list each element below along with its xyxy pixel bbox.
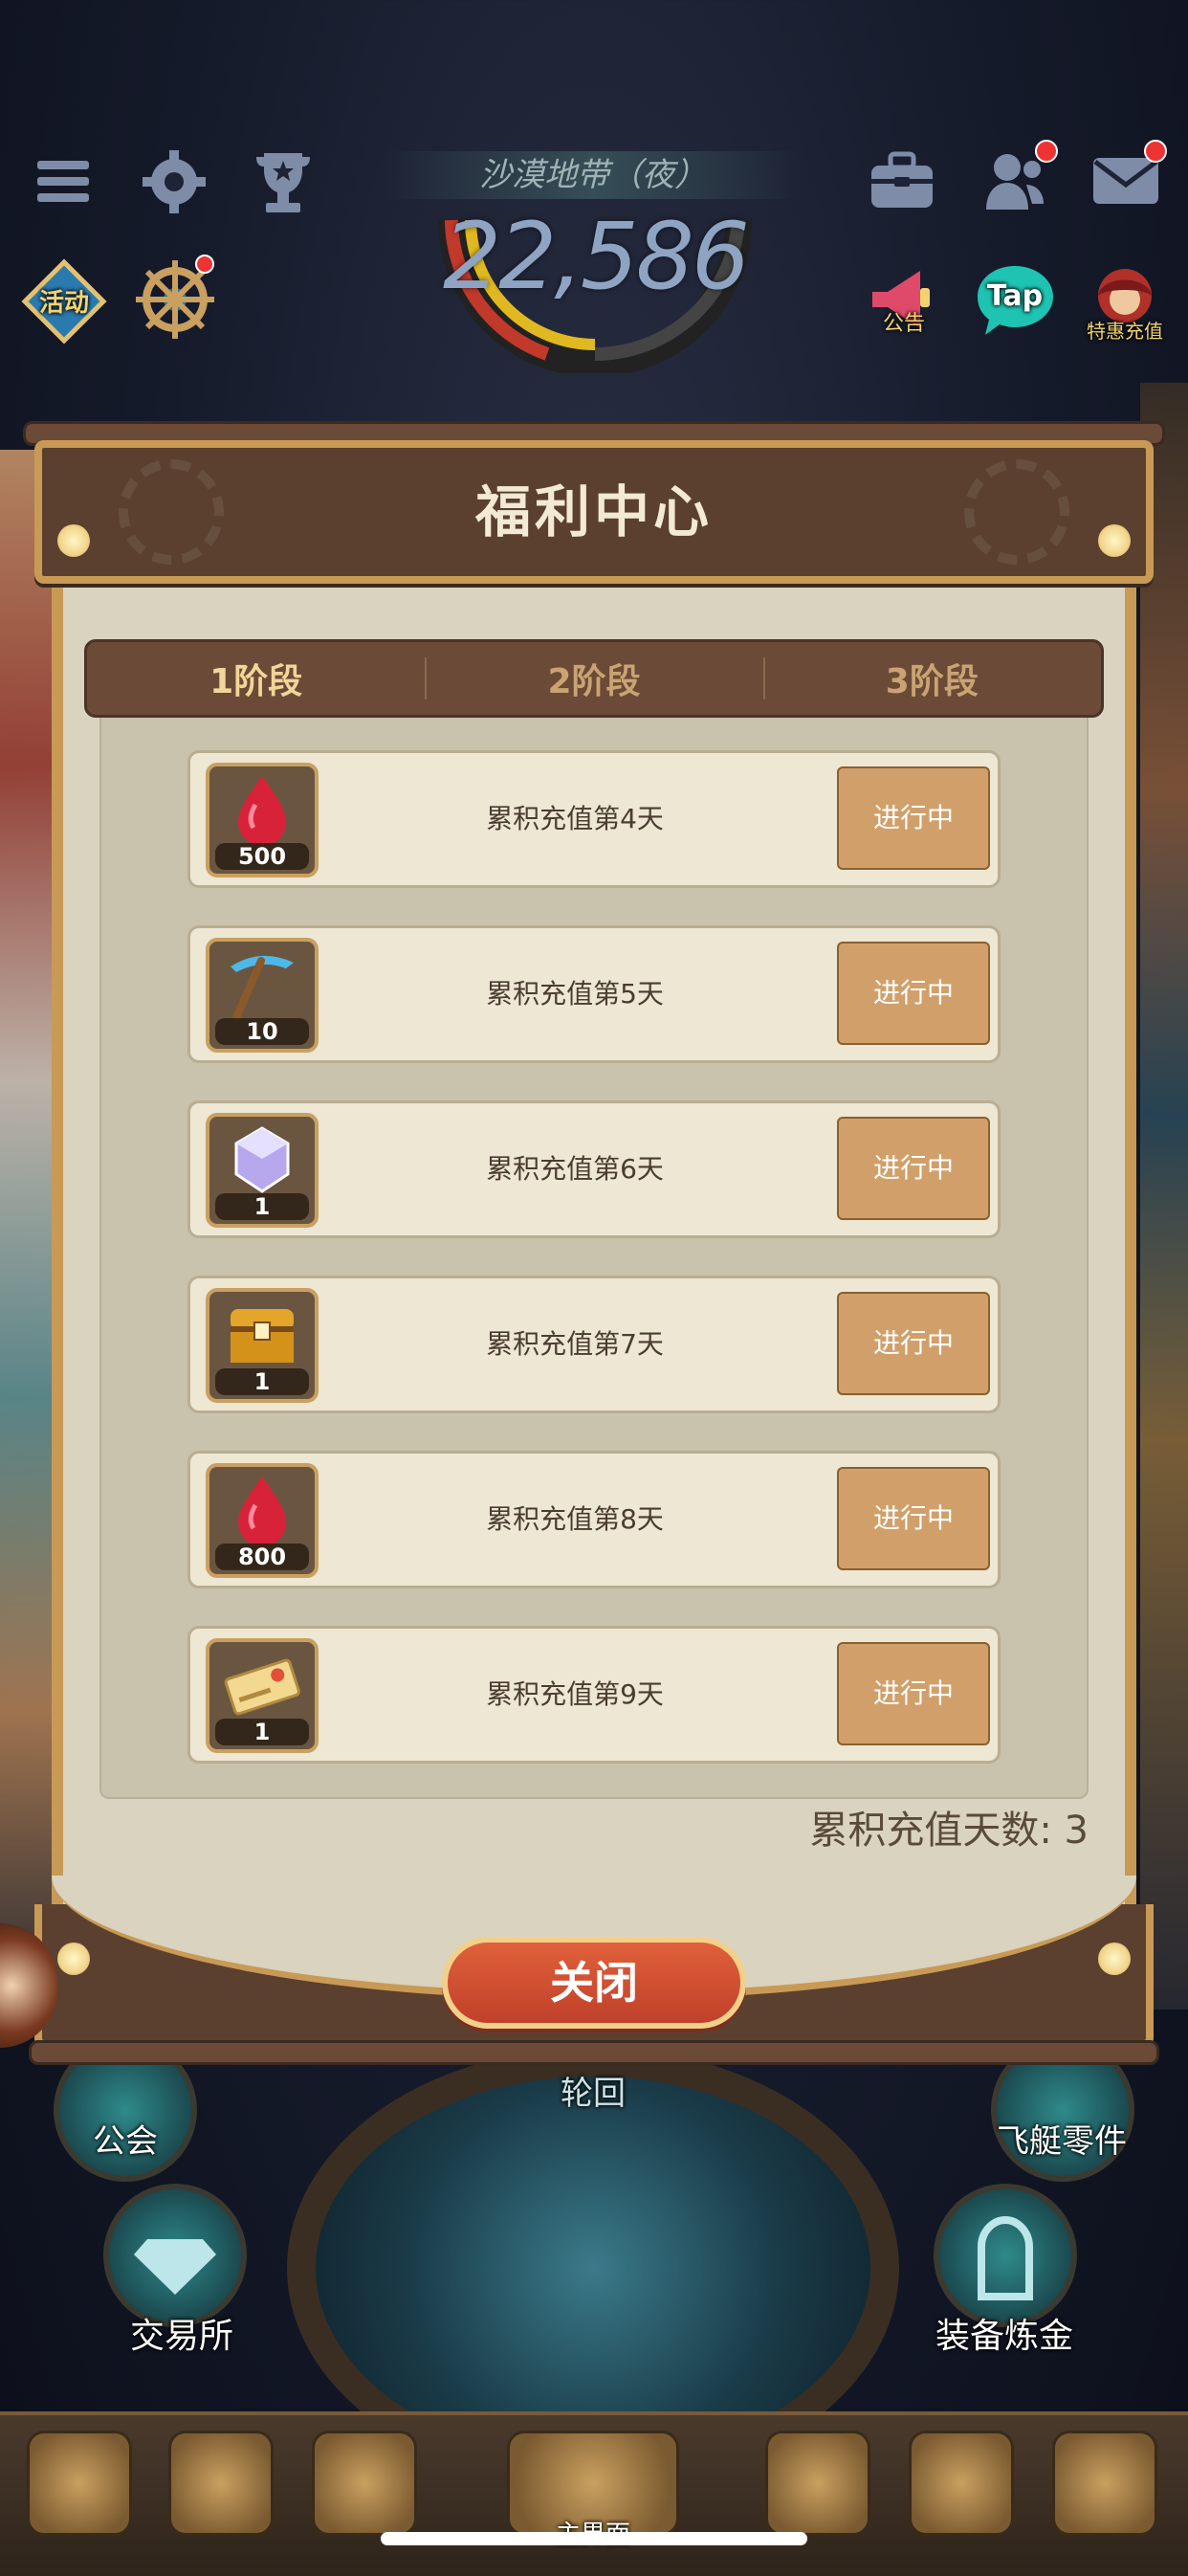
airship-parts-label: 飞艇零件 <box>997 2122 1127 2161</box>
friends-notification-badge <box>1035 140 1058 163</box>
reward-item[interactable]: 10 <box>206 938 319 1053</box>
pickaxe-icon <box>231 955 294 1022</box>
ship-wheel-notification-badge <box>195 255 214 274</box>
taptap-label: Tap <box>986 279 1044 313</box>
modal-header: 福利中心 <box>34 440 1154 584</box>
rivet-decoration <box>57 1943 90 1975</box>
status-button[interactable]: 进行中 <box>837 1292 990 1395</box>
zone-name: 沙漠地带（夜） <box>383 151 803 199</box>
nav-hero-icon[interactable] <box>312 2431 417 2536</box>
item-quantity: 1 <box>215 1719 309 1745</box>
status-button[interactable]: 进行中 <box>837 1642 990 1745</box>
item-quantity: 1 <box>215 1368 309 1395</box>
background-art-right <box>1140 383 1188 2010</box>
reward-item[interactable]: 1 <box>206 1638 319 1753</box>
reward-condition: 累积充值第6天 <box>486 1153 664 1185</box>
reward-row: 1 累积充值第6天 进行中 <box>187 1100 1001 1238</box>
cycle-label: 轮回 <box>561 2075 626 2113</box>
rivet-decoration <box>1098 1943 1131 1975</box>
diamond-icon <box>134 2239 216 2295</box>
equip-alchemy-button[interactable] <box>934 2184 1077 2327</box>
item-quantity: 800 <box>215 1543 309 1570</box>
status-button[interactable]: 进行中 <box>837 1117 990 1220</box>
reward-row: 1 累积充值第7天 进行中 <box>187 1276 1001 1413</box>
announcement-label: 公告 <box>882 312 925 336</box>
treasure-chest-icon <box>231 1309 294 1363</box>
reward-condition: 累积充值第5天 <box>486 978 664 1010</box>
settings-gear-icon[interactable] <box>140 147 209 216</box>
trophy-icon[interactable] <box>247 145 319 218</box>
status-button[interactable]: 进行中 <box>837 766 990 870</box>
item-quantity: 10 <box>215 1018 309 1045</box>
reward-condition: 累积充值第8天 <box>486 1503 664 1535</box>
ticket-icon <box>224 1658 300 1716</box>
red-gem-icon <box>238 776 286 846</box>
combat-power: 22,586 <box>443 203 750 310</box>
nav-shop-icon[interactable] <box>1052 2431 1157 2536</box>
reward-row: 10 累积充值第5天 进行中 <box>187 925 1001 1063</box>
alchemy-door-icon <box>978 2215 1033 2300</box>
reward-item[interactable]: 1 <box>206 1113 319 1228</box>
event-label: 活动 <box>38 289 89 318</box>
modal-title: 福利中心 <box>474 479 713 544</box>
nav-propeller-icon[interactable] <box>168 2431 274 2536</box>
reward-row: 500 累积充值第4天 进行中 <box>187 750 1001 888</box>
cumulative-days: 累积充值天数: 3 <box>809 1809 1089 1853</box>
home-indicator <box>381 2532 807 2545</box>
item-quantity: 500 <box>215 843 309 870</box>
reward-condition: 累积充值第4天 <box>486 803 664 834</box>
tab-stage-2[interactable]: 2阶段 <box>425 642 762 715</box>
red-gem-icon <box>238 1477 286 1546</box>
special-recharge-label: 特惠充值 <box>1087 320 1163 343</box>
menu-icon[interactable] <box>34 153 92 211</box>
guild-label: 公会 <box>93 2122 158 2161</box>
reward-condition: 累积充值第7天 <box>486 1328 664 1360</box>
equip-alchemy-label: 装备炼金 <box>935 2317 1073 2356</box>
reward-condition: 累积充值第9天 <box>486 1678 664 1710</box>
reward-item[interactable]: 1 <box>206 1288 319 1403</box>
exchange-label: 交易所 <box>129 2317 233 2356</box>
stage-tabs: 1阶段 2阶段 3阶段 <box>84 639 1104 718</box>
reward-row: 1 累积充值第9天 进行中 <box>187 1626 1001 1764</box>
nav-ship-icon[interactable] <box>765 2431 870 2536</box>
nav-shield-icon[interactable] <box>27 2431 132 2536</box>
reward-item[interactable]: 800 <box>206 1463 319 1578</box>
crystal-icon <box>234 1126 290 1193</box>
status-button[interactable]: 进行中 <box>837 1467 990 1570</box>
reward-item[interactable]: 500 <box>206 763 319 877</box>
modal-bottom-rail <box>29 2040 1159 2065</box>
reward-row: 800 累积充值第8天 进行中 <box>187 1451 1001 1588</box>
background-art-left <box>0 450 57 2029</box>
tab-stage-3[interactable]: 3阶段 <box>762 642 1101 715</box>
nav-tower-icon[interactable] <box>909 2431 1014 2536</box>
item-quantity: 1 <box>215 1193 309 1220</box>
tab-stage-1[interactable]: 1阶段 <box>87 642 425 715</box>
toolbox-icon[interactable] <box>867 145 937 216</box>
close-button[interactable]: 关闭 <box>442 1937 746 2029</box>
mail-notification-badge <box>1144 140 1167 163</box>
exchange-button[interactable] <box>103 2184 247 2327</box>
status-button[interactable]: 进行中 <box>837 942 990 1045</box>
